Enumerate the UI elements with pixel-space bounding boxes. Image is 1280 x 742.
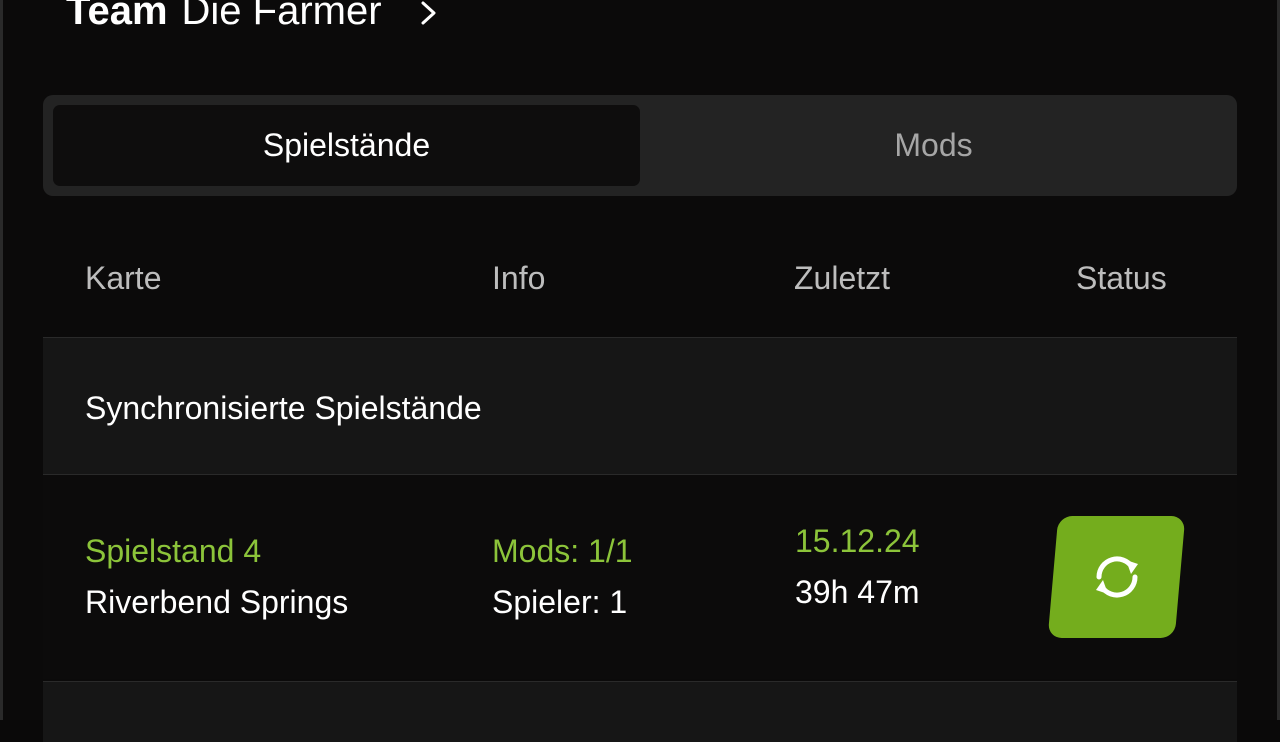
sync-icon	[1095, 556, 1138, 598]
tab-bar: Spielstände Mods	[43, 95, 1237, 196]
column-header-info: Info	[492, 260, 546, 296]
team-name: Die Farmer	[181, 0, 382, 33]
section-label: Synchronisierte Spielstände	[85, 390, 482, 426]
column-header-status: Status	[1076, 260, 1167, 296]
team-header-link[interactable]: Team Die Farmer	[66, 0, 440, 36]
section-header-row: Synchronisierte Spielstände	[43, 337, 1237, 475]
players-count: Spieler: 1	[492, 584, 628, 620]
mods-count: Mods: 1/1	[492, 533, 633, 569]
tab-mods[interactable]: Mods	[640, 105, 1227, 186]
map-name: Riverbend Springs	[85, 584, 349, 620]
app-window: Team Die Farmer Spielstände Mods Karte I…	[0, 0, 1280, 742]
window-border-left	[0, 0, 3, 720]
table-row-next	[43, 681, 1237, 742]
last-played-date: 15.12.24	[795, 523, 920, 559]
chevron-right-icon	[418, 0, 440, 25]
playtime: 39h 47m	[795, 574, 920, 610]
table-row[interactable]: Spielstand 4 Riverbend Springs Mods: 1/1…	[43, 475, 1237, 679]
team-prefix: Team	[66, 0, 168, 33]
tab-spielstaende[interactable]: Spielstände	[53, 105, 640, 186]
save-name: Spielstand 4	[85, 533, 262, 569]
column-header-zuletzt: Zuletzt	[794, 260, 891, 296]
column-header-karte: Karte	[85, 260, 162, 296]
sync-status-button[interactable]	[1047, 516, 1186, 638]
